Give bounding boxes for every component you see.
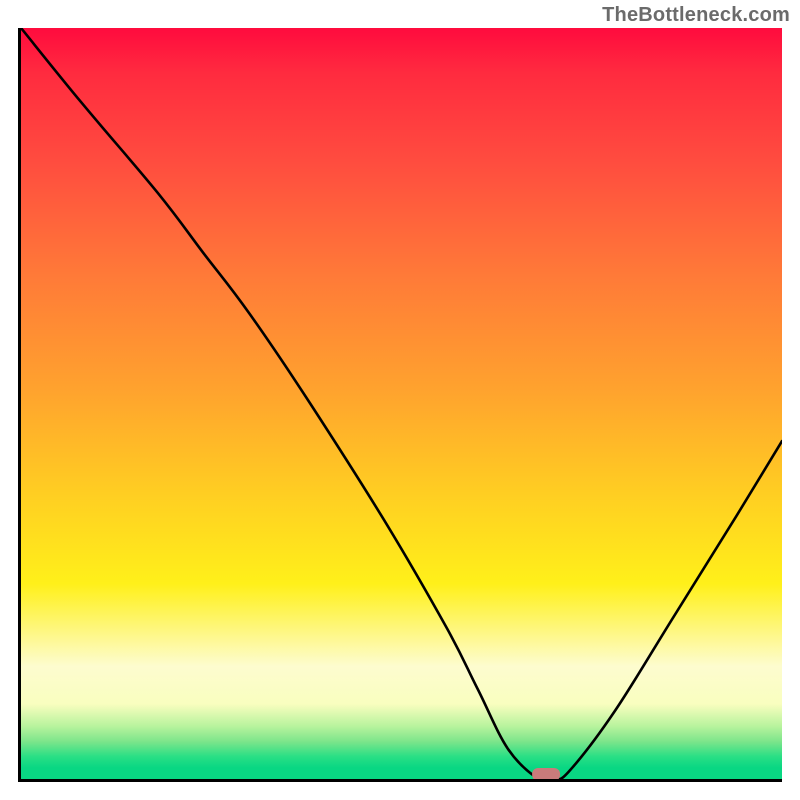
- optimal-marker: [532, 768, 560, 779]
- chart-stage: TheBottleneck.com: [0, 0, 800, 800]
- plot-area: [18, 28, 782, 782]
- watermark-label: TheBottleneck.com: [602, 4, 790, 27]
- curve-path: [21, 28, 782, 779]
- bottleneck-curve: [21, 28, 782, 779]
